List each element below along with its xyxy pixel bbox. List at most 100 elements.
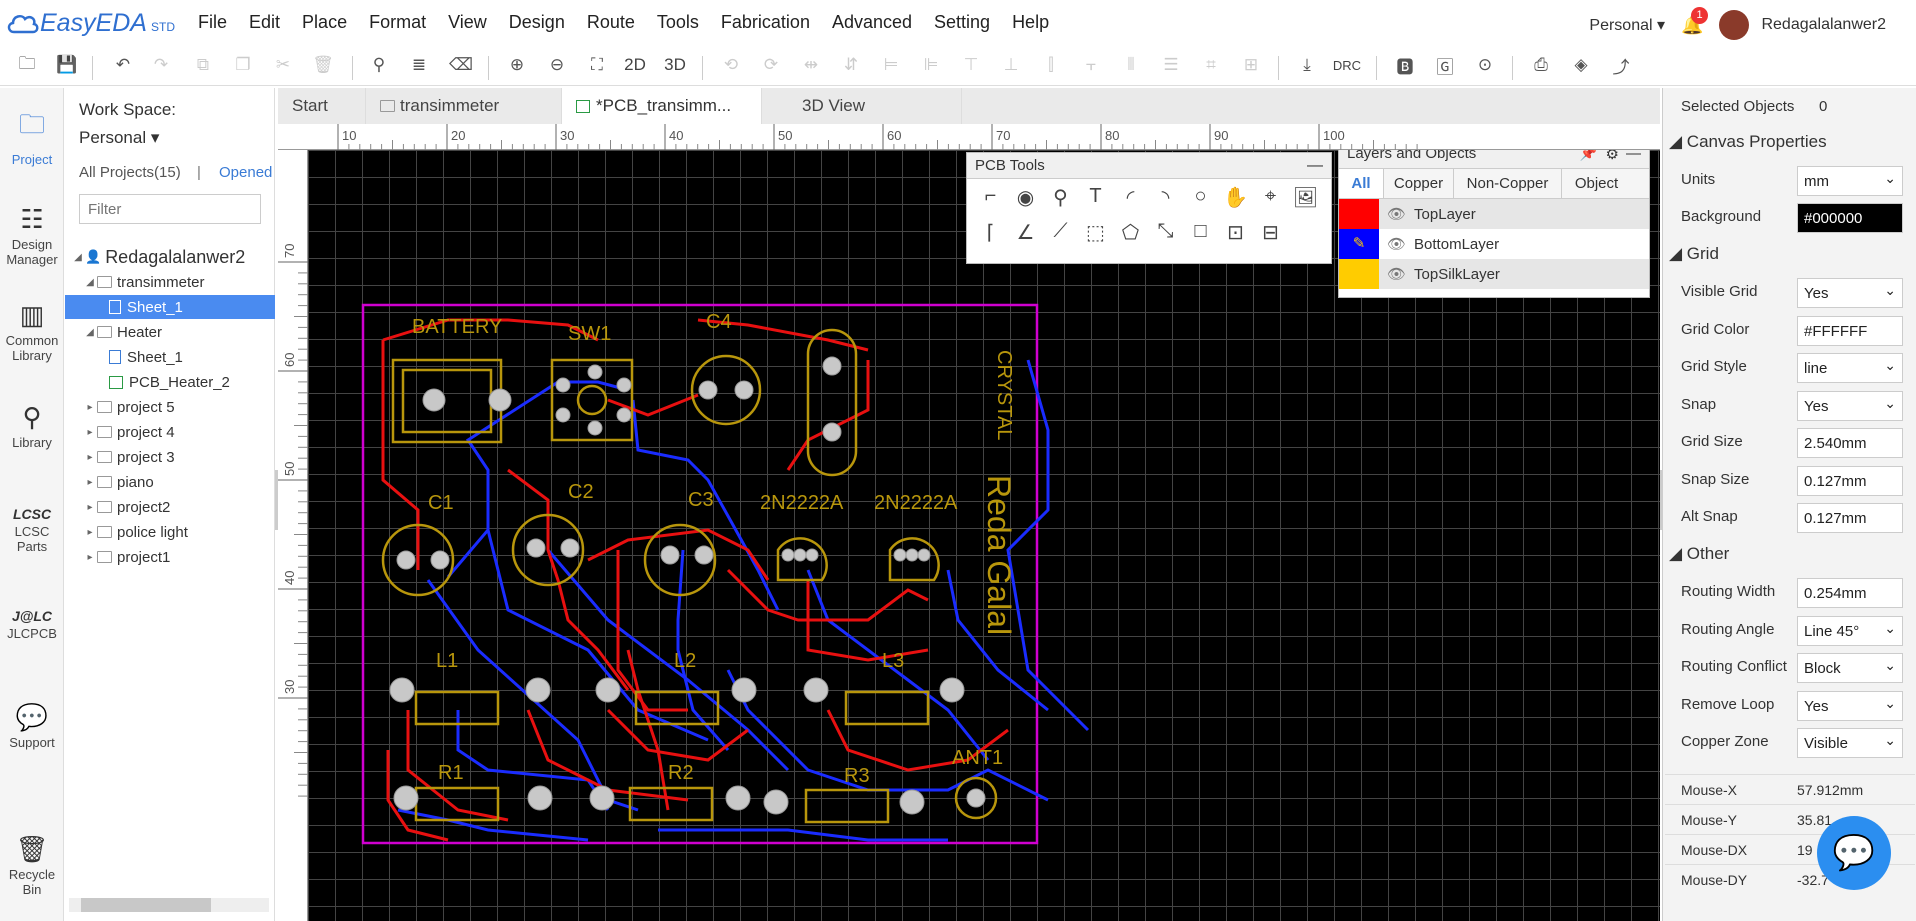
copper-zone-select[interactable]: Visible bbox=[1797, 728, 1903, 758]
layer-row[interactable]: 👁 TopSilkLayer bbox=[1339, 259, 1649, 289]
distribute-h-icon[interactable]: ⦀ bbox=[1116, 48, 1146, 82]
solid-region-icon[interactable]: ⤡ bbox=[1148, 220, 1183, 255]
tree-item[interactable]: ▸ project 3 bbox=[65, 445, 275, 469]
layer-color-swatch[interactable] bbox=[1339, 199, 1379, 229]
canvas-properties-section[interactable]: ◢ Canvas Properties bbox=[1669, 132, 1827, 152]
via-icon[interactable]: ⚲ bbox=[1043, 185, 1078, 220]
align-bottom-icon[interactable]: ⊥ bbox=[996, 48, 1026, 82]
routing-width-input[interactable]: 0.254mm bbox=[1797, 578, 1903, 608]
copper-area-icon[interactable]: ⬠ bbox=[1113, 220, 1148, 255]
remove-loop-select[interactable]: Yes bbox=[1797, 691, 1903, 721]
filter-input[interactable] bbox=[79, 194, 261, 224]
menu-file[interactable]: File bbox=[198, 12, 227, 33]
circle-icon[interactable]: ○ bbox=[1183, 185, 1218, 220]
nav-support[interactable]: 💬 Support bbox=[0, 702, 64, 750]
fit-view-icon[interactable]: ⛶ bbox=[582, 48, 612, 82]
grid-style-select[interactable]: line bbox=[1797, 353, 1903, 383]
undo-icon[interactable]: ↶ bbox=[108, 48, 138, 82]
expand-arrow-icon[interactable]: ▸ bbox=[83, 452, 97, 463]
layer-row[interactable]: ✎ 👁 BottomLayer bbox=[1339, 229, 1649, 259]
save-icon[interactable]: 💾 bbox=[52, 48, 82, 82]
nav-lcsc-parts[interactable]: LCSC LCSC Parts bbox=[0, 506, 64, 554]
ratline-icon[interactable]: ⟋ bbox=[1043, 220, 1078, 255]
grid-size-input[interactable]: 2.540mm bbox=[1797, 428, 1903, 458]
eye-icon[interactable]: 👁 bbox=[1387, 265, 1406, 283]
tree-item[interactable]: PCB_Heater_2 bbox=[65, 370, 275, 394]
bell-icon[interactable]: 🔔 1 bbox=[1681, 6, 1709, 36]
tab-pcb[interactable]: *PCB_transimm... bbox=[562, 88, 762, 124]
zoom-in-icon[interactable]: ⊕ bbox=[502, 48, 532, 82]
rectangle-icon[interactable]: □ bbox=[1183, 220, 1218, 255]
pcb-canvas[interactable]: BATTERY SW1 C4 CRYSTAL C1 C2 C3 2N2222A … bbox=[308, 150, 1660, 921]
nav-jlcpcb[interactable]: J@LC JLCPCB bbox=[0, 608, 64, 641]
rotate-icon[interactable]: ⟲ bbox=[716, 48, 746, 82]
expand-arrow-icon[interactable]: ◢ bbox=[83, 327, 97, 338]
menu-setting[interactable]: Setting bbox=[934, 12, 990, 33]
avatar[interactable] bbox=[1719, 10, 1750, 40]
background-color-input[interactable]: #000000 bbox=[1797, 203, 1903, 233]
find-list-icon[interactable]: ≣ bbox=[404, 48, 434, 82]
tree-item[interactable]: ▸ project1 bbox=[65, 545, 275, 569]
tree-item[interactable]: ◢ 👤 Redagalalanwer2 bbox=[65, 245, 275, 269]
grid-section[interactable]: ◢ Grid bbox=[1669, 244, 1719, 264]
rotate-right-icon[interactable]: ⟳ bbox=[756, 48, 786, 82]
clear-icon[interactable]: ⌫ bbox=[446, 48, 476, 82]
align-center-v-icon[interactable]: ⫟ bbox=[1076, 48, 1106, 82]
grid-color-input[interactable]: #FFFFFF bbox=[1797, 316, 1903, 346]
nav-library[interactable]: ⚲ Library bbox=[0, 402, 64, 450]
dimension-icon[interactable]: ⌈ bbox=[973, 220, 1008, 255]
pin-icon[interactable]: 📌 bbox=[1580, 150, 1597, 162]
snap-select[interactable]: Yes bbox=[1797, 391, 1903, 421]
expand-arrow-icon[interactable]: ▸ bbox=[83, 552, 97, 563]
paste-icon[interactable]: ⧉ bbox=[188, 48, 218, 82]
expand-arrow-icon[interactable]: ◢ bbox=[71, 252, 85, 263]
menu-design[interactable]: Design bbox=[509, 12, 565, 33]
tab-start[interactable]: Start bbox=[278, 88, 366, 124]
tree-item[interactable]: Sheet_1 bbox=[65, 295, 275, 319]
layers-tab-copper[interactable]: Copper bbox=[1383, 169, 1453, 198]
nav-project[interactable]: 🗀 Project bbox=[0, 106, 64, 167]
nav-design-manager[interactable]: ☷ Design Manager bbox=[0, 204, 64, 267]
opened-link[interactable]: Opened bbox=[219, 164, 272, 181]
chat-button[interactable]: 💬 bbox=[1817, 816, 1891, 890]
tree-item[interactable]: ▸ piano bbox=[65, 470, 275, 494]
username[interactable]: Redagalalanwer2 bbox=[1761, 16, 1886, 34]
layer-row[interactable]: 👁 TopLayer bbox=[1339, 199, 1649, 229]
menu-route[interactable]: Route bbox=[587, 12, 635, 33]
gear-icon[interactable]: ⚙ bbox=[1606, 150, 1619, 163]
open-folder-icon[interactable]: 🗀 bbox=[12, 48, 42, 82]
visible-grid-select[interactable]: Yes bbox=[1797, 278, 1903, 308]
layers-tab-non-copper[interactable]: Non-Copper bbox=[1453, 169, 1561, 198]
menu-edit[interactable]: Edit bbox=[249, 12, 280, 33]
pencil-icon[interactable]: ✎ bbox=[1339, 229, 1379, 259]
menu-tools[interactable]: Tools bbox=[657, 12, 699, 33]
cut-icon[interactable]: ✂ bbox=[268, 48, 298, 82]
routing-angle-select[interactable]: Line 45° bbox=[1797, 616, 1903, 646]
alt-snap-input[interactable]: 0.127mm bbox=[1797, 503, 1903, 533]
zoom-out-icon[interactable]: ⊖ bbox=[542, 48, 572, 82]
units-select[interactable]: mm bbox=[1797, 166, 1903, 196]
menu-view[interactable]: View bbox=[448, 12, 487, 33]
other-section[interactable]: ◢ Other bbox=[1669, 544, 1729, 564]
align-center-h-icon[interactable]: ⫿ bbox=[1036, 48, 1066, 82]
share-icon[interactable]: ⤴ bbox=[1606, 48, 1636, 82]
app-logo[interactable]: EasyEDA STD bbox=[6, 6, 175, 40]
tree-scrollbar[interactable] bbox=[69, 898, 269, 912]
tree-item[interactable]: ▸ police light bbox=[65, 520, 275, 544]
distribute-v-icon[interactable]: ☰ bbox=[1156, 48, 1186, 82]
arc-icon[interactable]: ◜ bbox=[1113, 185, 1148, 220]
menu-fabrication[interactable]: Fabrication bbox=[721, 12, 810, 33]
workspace-dropdown[interactable]: Personal ▾ bbox=[1589, 15, 1665, 35]
menu-help[interactable]: Help bbox=[1012, 12, 1049, 33]
tree-item[interactable]: ▸ project2 bbox=[65, 495, 275, 519]
group-icon[interactable]: ⊞ bbox=[1236, 48, 1266, 82]
text-icon[interactable]: T bbox=[1078, 185, 1113, 220]
tab-transimmeter[interactable]: transimmeter bbox=[366, 88, 562, 124]
minimize-icon[interactable]: — bbox=[1307, 157, 1323, 175]
pad-icon[interactable]: ◉ bbox=[1008, 185, 1043, 220]
menu-place[interactable]: Place bbox=[302, 12, 347, 33]
flip-vertical-icon[interactable]: ⇵ bbox=[836, 48, 866, 82]
layers-tab-object[interactable]: Object bbox=[1561, 169, 1631, 198]
redo-icon[interactable]: ↷ bbox=[146, 48, 176, 82]
routing-conflict-select[interactable]: Block bbox=[1797, 653, 1903, 683]
